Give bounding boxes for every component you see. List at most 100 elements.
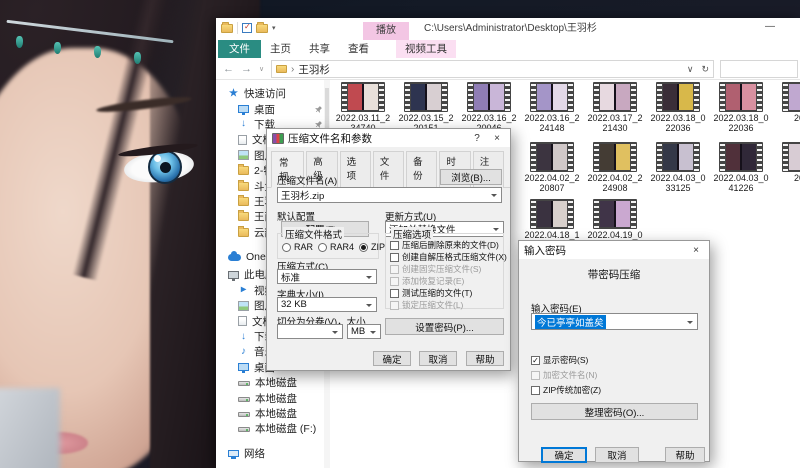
archive-cancel-button[interactable]: 取消: [419, 351, 457, 366]
checkbox-box: [390, 265, 399, 274]
file-item[interactable]: 2022.04.02_224908: [587, 142, 643, 193]
file-item[interactable]: 2022.03.17_221430: [587, 82, 643, 133]
breadcrumb[interactable]: 王羽杉: [298, 62, 330, 77]
zip-legacy-checkbox[interactable]: ZIP传统加密(Z): [531, 385, 601, 396]
desktop-icon: [238, 105, 249, 113]
file-item[interactable]: 2022.03.15_220151: [398, 82, 454, 133]
recent-locations-icon[interactable]: ∨: [259, 65, 264, 73]
ribbon-tab-strip: 文件主页共享查看视频工具: [216, 40, 800, 58]
sfx-checkbox[interactable]: 创建自解压格式压缩文件(X): [390, 252, 503, 263]
quick-access-toolbar: ▾: [221, 22, 276, 34]
archive-name-input[interactable]: 王羽杉.zip: [277, 187, 502, 203]
password-help-button[interactable]: 帮助: [665, 447, 705, 463]
password-input[interactable]: 今已亭亭如盖矣: [531, 313, 698, 330]
tab-share[interactable]: 共享: [300, 40, 339, 58]
file-name: 2022.03.18_022036: [713, 114, 769, 133]
sidebar-item-local-disk-f[interactable]: 本地磁盘 (F:): [216, 421, 330, 436]
folder-icon: [238, 228, 249, 237]
tab-video-tools[interactable]: 视频工具: [396, 40, 456, 58]
sidebar-item-desktop-pinned[interactable]: 桌面: [216, 101, 330, 116]
archive-tab-backup[interactable]: 备份: [406, 151, 437, 188]
thumbnail-frames: [789, 84, 800, 110]
archive-help-button[interactable]: 帮助: [466, 351, 504, 366]
sidebar-item-label: 网络: [244, 446, 265, 461]
password-ok-button[interactable]: 确定: [541, 447, 587, 463]
dict-select[interactable]: 32 KB: [277, 297, 377, 312]
separator: [237, 22, 238, 34]
file-item[interactable]: 2022.03.18_022036: [650, 82, 706, 133]
password-cancel-button[interactable]: 取消: [595, 447, 639, 463]
file-item[interactable]: 2022.03.16_220046: [461, 82, 517, 133]
split-unit-select[interactable]: MB: [347, 324, 381, 339]
drive-icon: [238, 427, 250, 432]
file-item[interactable]: 2022.03.16_224148: [524, 82, 580, 133]
archive-ok-button[interactable]: 确定: [373, 351, 411, 366]
sidebar-item-local-disk-3[interactable]: 本地磁盘: [216, 406, 330, 421]
show-password-checkbox[interactable]: ✓显示密码(S): [531, 355, 601, 366]
thumbnail-frames: [789, 144, 800, 170]
video-thumbnail: [719, 82, 763, 112]
address-dropdown-icon[interactable]: ∨: [687, 64, 694, 75]
file-item[interactable]: 2022.03.18_022036: [713, 82, 769, 133]
sidebar-item-local-disk-2[interactable]: 本地磁盘: [216, 390, 330, 405]
close-icon[interactable]: ×: [688, 245, 704, 256]
file-item[interactable]: 2022.04.02_220807: [524, 142, 580, 193]
password-dialog-title-bar: 输入密码 ×: [519, 241, 709, 259]
tab-view[interactable]: 查看: [339, 40, 378, 58]
sidebar-item-network[interactable]: 网络: [216, 446, 330, 461]
window-title-path: C:\Users\Administrator\Desktop\王羽杉: [424, 18, 597, 40]
search-input[interactable]: [720, 60, 798, 78]
tab-home[interactable]: 主页: [261, 40, 300, 58]
tab-file[interactable]: 文件: [218, 40, 261, 58]
drive-icon: [238, 412, 250, 417]
radio-dot: [359, 243, 368, 252]
dialog-help-icon[interactable]: ?: [469, 133, 485, 144]
test-checkbox[interactable]: 测试压缩的文件(T): [390, 288, 503, 299]
archive-tab-options[interactable]: 选项: [340, 151, 371, 188]
sidebar-item-local-disk-1[interactable]: 本地磁盘: [216, 375, 330, 390]
forward-icon[interactable]: →: [241, 63, 252, 75]
pin-icon: [314, 104, 324, 114]
file-item[interactable]: 2022: [776, 142, 800, 184]
back-icon[interactable]: ←: [223, 63, 234, 75]
download-icon: ↓: [238, 119, 249, 129]
format-radio-zip[interactable]: ZIP: [359, 242, 385, 252]
format-radio-rar[interactable]: RAR: [282, 242, 313, 252]
file-name: 2022.03.18_022036: [650, 114, 706, 133]
file-item[interactable]: 2022.04.03_041226: [713, 142, 769, 193]
star-icon: ★: [228, 89, 239, 99]
delete-after-checkbox[interactable]: 压缩后删除原来的文件(D): [390, 240, 503, 251]
drive-icon: [238, 397, 250, 402]
new-folder-icon[interactable]: [256, 24, 268, 33]
sidebar-item-quick-access[interactable]: ★ 快速访问: [216, 86, 330, 101]
video-icon: ▸: [238, 285, 249, 295]
lock-checkbox: 锁定压缩文件(L): [390, 300, 503, 311]
minimize-button[interactable]: —: [750, 18, 790, 38]
address-bar[interactable]: › 王羽杉 ∨ ↻: [271, 60, 714, 78]
method-value: 标准: [281, 270, 300, 284]
pic-icon: [238, 150, 249, 160]
close-icon[interactable]: ×: [489, 133, 505, 144]
folder-icon: [238, 166, 249, 175]
file-item[interactable]: 2022.03.11_234740: [335, 82, 391, 133]
sidebar-item-label: 快速访问: [244, 86, 286, 101]
split-unit-value: MB: [351, 326, 365, 337]
organize-passwords-button[interactable]: 整理密码(O)...: [531, 403, 698, 420]
sidebar-item-label: 本地磁盘: [255, 375, 297, 390]
properties-icon[interactable]: [242, 23, 252, 33]
archive-tab-files[interactable]: 文件: [373, 151, 404, 188]
split-size-input[interactable]: [277, 324, 343, 339]
format-radio-rar4[interactable]: RAR4: [318, 242, 354, 252]
set-password-button[interactable]: 设置密码(P)...: [385, 318, 504, 335]
file-item[interactable]: 2022: [776, 82, 800, 124]
method-select[interactable]: 标准: [277, 269, 377, 284]
checkbox-box: ✓: [531, 356, 540, 365]
customize-toolbar-caret-icon[interactable]: ▾: [272, 24, 276, 32]
pc-icon: [228, 271, 239, 279]
browse-button[interactable]: 浏览(B)...: [440, 169, 502, 185]
refresh-icon[interactable]: ↻: [701, 64, 709, 75]
checkbox-label: 显示密码(S): [543, 355, 588, 366]
file-item[interactable]: 2022.04.03_033125: [650, 142, 706, 193]
context-tab-header-play[interactable]: 播放: [363, 22, 409, 40]
folder-icon: [238, 197, 249, 206]
